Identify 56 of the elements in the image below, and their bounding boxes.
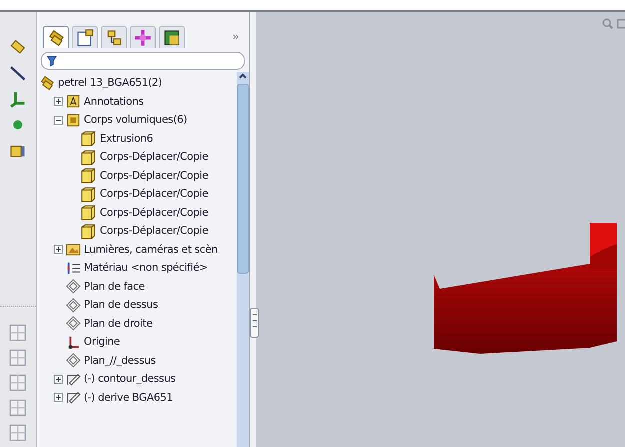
crosshair-icon bbox=[134, 28, 152, 46]
panel-tab[interactable] bbox=[72, 26, 98, 48]
plane-icon bbox=[66, 279, 81, 294]
tree-item-label[interactable]: Corps-Déplacer/Copie bbox=[100, 188, 208, 200]
scrollbar-thumb[interactable] bbox=[237, 84, 249, 274]
scroll-up-icon[interactable] bbox=[238, 72, 248, 80]
panel-tab[interactable] bbox=[101, 26, 127, 48]
config-icon bbox=[105, 28, 123, 46]
tree-item-label[interactable]: Origine bbox=[84, 336, 120, 348]
origin-icon bbox=[66, 334, 81, 350]
tree-item-label[interactable]: Corps volumiques(6) bbox=[84, 114, 188, 126]
splitter-handle[interactable] bbox=[250, 308, 259, 338]
expand-icon[interactable] bbox=[54, 374, 63, 384]
panel-tab[interactable] bbox=[43, 26, 69, 48]
expand-icon[interactable] bbox=[54, 393, 63, 402]
more-tabs-button[interactable]: » bbox=[232, 31, 245, 43]
tree-item-label[interactable]: Annotations bbox=[84, 96, 144, 108]
sheet-icon bbox=[76, 28, 94, 46]
scrollbar[interactable] bbox=[237, 72, 249, 447]
expand-icon[interactable] bbox=[54, 97, 63, 106]
axes-icon[interactable] bbox=[9, 90, 27, 108]
cube-icon bbox=[80, 204, 97, 222]
tree-icon bbox=[47, 28, 65, 46]
tree-item-label[interactable]: Corps-Déplacer/Copie bbox=[100, 206, 208, 219]
sketch-icon bbox=[66, 390, 81, 406]
tree-item-label[interactable]: Plan de dessus bbox=[84, 299, 158, 312]
tree-item-label[interactable]: Plan de face bbox=[84, 280, 145, 293]
line-icon[interactable] bbox=[9, 64, 27, 82]
material-icon bbox=[66, 260, 81, 276]
tree-item-label[interactable]: Matériau <non spécifié> bbox=[84, 262, 208, 274]
tree-item-label[interactable]: Plan de droite bbox=[84, 318, 153, 330]
cube-icon bbox=[80, 130, 97, 148]
cube-icon bbox=[80, 186, 97, 203]
filter-icon bbox=[46, 55, 58, 67]
tree-item-label[interactable]: (-) derive BGA651 bbox=[84, 392, 173, 404]
tree-item-label[interactable]: Plan_//_dessus bbox=[84, 354, 156, 367]
tree-item-label[interactable]: petrel 13_BGA651(2) bbox=[58, 77, 162, 90]
annotation-icon bbox=[66, 94, 81, 110]
tree-item-label[interactable]: (-) contour_dessus bbox=[84, 373, 176, 386]
sketch-icon bbox=[66, 372, 81, 387]
tree-item-label[interactable]: Extrusion6 bbox=[100, 132, 154, 145]
panel-tab[interactable] bbox=[159, 26, 185, 48]
display-icon bbox=[163, 28, 181, 46]
tree-item-label[interactable]: Corps-Déplacer/Copie bbox=[100, 151, 208, 164]
tree-item-label[interactable]: Lumières, caméras et scèn bbox=[84, 244, 218, 256]
cube-icon bbox=[80, 148, 97, 166]
collapse-icon[interactable] bbox=[54, 116, 63, 125]
tree-item-label[interactable]: Corps-Déplacer/Copie bbox=[100, 225, 208, 238]
plane-icon bbox=[66, 353, 81, 368]
cube-icon bbox=[80, 222, 97, 240]
plane-icon bbox=[66, 298, 81, 313]
plane-icon bbox=[66, 316, 81, 332]
cube-icon bbox=[80, 167, 97, 184]
tree-item-label[interactable]: Corps-Déplacer/Copie bbox=[100, 170, 208, 182]
expand-icon[interactable] bbox=[54, 245, 63, 254]
filter-field[interactable] bbox=[41, 52, 245, 70]
